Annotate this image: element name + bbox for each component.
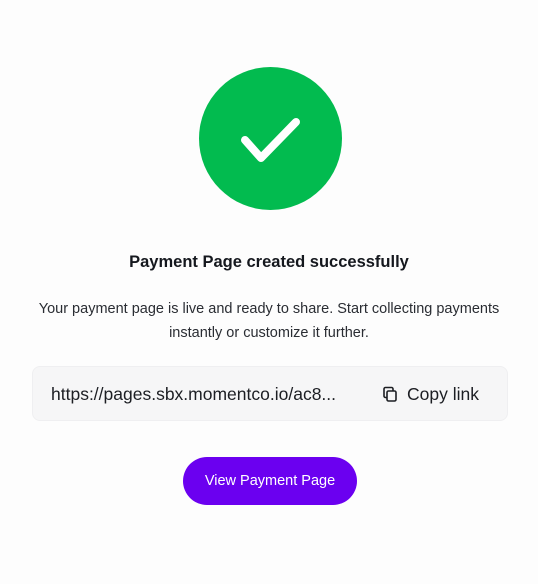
payment-link-box: https://pages.sbx.momentco.io/ac8... Cop… xyxy=(32,366,508,421)
success-badge xyxy=(199,67,342,210)
copy-link-button[interactable]: Copy link xyxy=(379,380,481,408)
view-payment-page-button[interactable]: View Payment Page xyxy=(183,457,357,505)
checkmark-icon xyxy=(241,118,300,162)
success-page: Payment Page created successfully Your p… xyxy=(0,0,538,584)
payment-link-url[interactable]: https://pages.sbx.momentco.io/ac8... xyxy=(51,383,371,405)
success-description: Your payment page is live and ready to s… xyxy=(38,301,500,341)
copy-icon xyxy=(383,386,397,402)
copy-link-label: Copy link xyxy=(407,384,479,404)
page-title: Payment Page created successfully xyxy=(129,253,409,271)
